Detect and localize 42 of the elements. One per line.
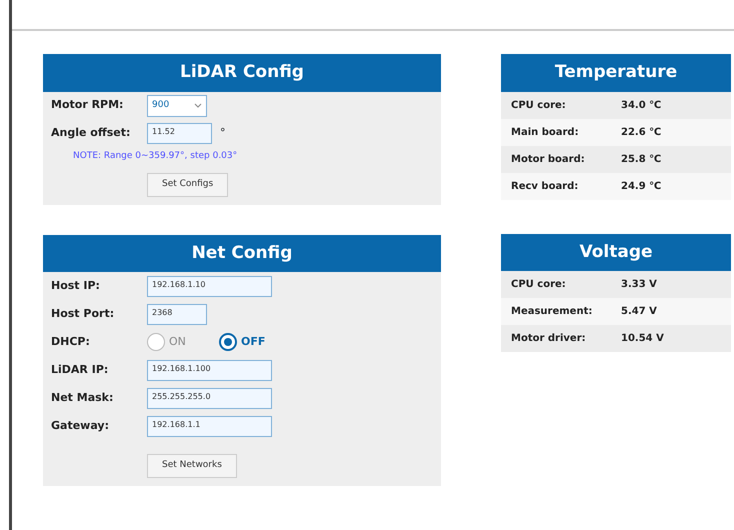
reading-label: Recv board: [511, 180, 580, 194]
reading-label: Main board: [511, 126, 580, 140]
submit-button[interactable]: Set Configs [147, 173, 228, 196]
reading-value: 22.6 ℃ [621, 126, 662, 140]
field-label: LiDAR IP: [51, 362, 110, 378]
panel-title: Temperature [501, 54, 731, 92]
radio-button[interactable] [147, 333, 165, 351]
reading-label: CPU core: [511, 98, 567, 112]
reading-value: 10.54 V [621, 332, 664, 346]
field-label: Host IP: [51, 278, 101, 294]
field-label: Motor RPM: [51, 97, 124, 114]
reading-value: 25.8 ℃ [621, 152, 662, 166]
radio-button[interactable] [219, 333, 237, 351]
radio-label: OFF [241, 334, 266, 350]
input-field[interactable]: 11.52 [147, 123, 212, 144]
field-label: DHCP: [51, 334, 91, 350]
field-label: Host Port: [51, 306, 116, 322]
panel-title: Net Config [43, 234, 441, 272]
reading-label: Motor driver: [511, 332, 587, 346]
input-field[interactable]: 192.168.1.1 [147, 416, 272, 436]
reading-value: 34.0 ℃ [621, 98, 662, 112]
reading-value: 24.9 ℃ [621, 180, 662, 194]
field-label: Net Mask: [51, 390, 114, 406]
reading-label: Measurement: [511, 305, 594, 319]
reading-value: 3.33 V [621, 278, 657, 292]
radio-label: ON [169, 334, 186, 350]
submit-button[interactable]: Set Networks [147, 454, 237, 478]
input-field[interactable]: 192.168.1.100 [147, 360, 272, 380]
reading-value: 5.47 V [621, 305, 657, 319]
input-field[interactable]: 2368 [147, 304, 207, 324]
unit-label: ° [220, 125, 226, 142]
note-text: NOTE: Range 0~359.97°, step 0.03° [72, 150, 238, 162]
reading-label: Motor board: [511, 152, 586, 166]
field-label: Gateway: [51, 418, 110, 434]
caret-icon [194, 103, 202, 108]
input-field[interactable]: 255.255.255.0 [147, 388, 272, 408]
reading-label: CPU core: [511, 278, 567, 292]
panel-title: Voltage [501, 234, 731, 271]
panel-title: LiDAR Config [43, 54, 441, 92]
field-label: Angle offset: [51, 125, 132, 142]
rpm-select[interactable]: 900 [147, 94, 207, 116]
input-field[interactable]: 192.168.1.10 [147, 276, 272, 296]
